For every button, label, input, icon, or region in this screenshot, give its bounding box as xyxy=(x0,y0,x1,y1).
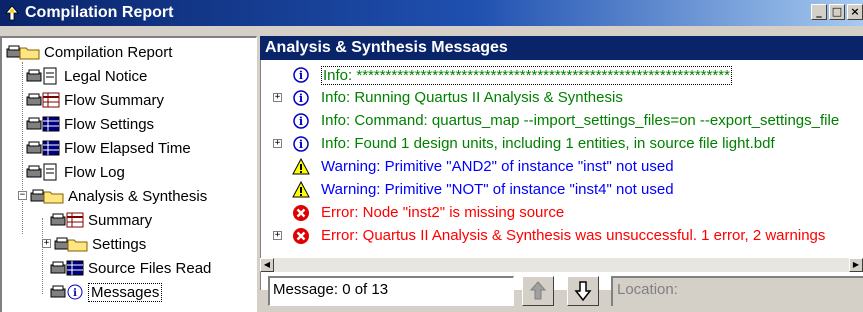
tree-item-flow-elapsed-time[interactable]: Flow Elapsed Time xyxy=(26,136,191,160)
tree-connector xyxy=(42,218,43,294)
message-row[interactable]: + Error: Quartus II Analysis & Synthesis… xyxy=(261,225,863,247)
info-icon: i xyxy=(292,112,310,130)
tree-item-label: Flow Summary xyxy=(64,91,165,109)
scroll-right-arrow-icon[interactable]: ▶ xyxy=(849,258,863,272)
message-text: Info: Running Quartus II Analysis & Synt… xyxy=(321,89,623,106)
tree-item-settings[interactable]: + Settings xyxy=(30,232,146,256)
tree-item-flow-settings[interactable]: Flow Settings xyxy=(26,112,154,136)
close-button[interactable]: × xyxy=(847,4,863,20)
error-icon xyxy=(292,227,310,245)
message-row[interactable]: Warning: Primitive "NOT" of instance "in… xyxy=(261,179,863,201)
minimize-button[interactable]: _ xyxy=(811,4,827,20)
svg-text:i: i xyxy=(299,92,303,105)
tree-item-label: Analysis & Synthesis xyxy=(68,187,208,205)
tree-item-messages[interactable]: i Messages xyxy=(50,280,163,304)
window-title: Compilation Report xyxy=(25,4,174,21)
message-text: Error: Node "inst2" is missing source xyxy=(321,204,565,221)
horizontal-scrollbar[interactable]: ◀ ▶ xyxy=(260,258,863,272)
tree-connector xyxy=(22,62,23,194)
tree-item-analysis-synthesis[interactable]: − Analysis & Synthesis xyxy=(6,184,207,208)
message-text: Error: Quartus II Analysis & Synthesis w… xyxy=(321,227,826,244)
svg-text:i: i xyxy=(73,288,77,299)
message-row[interactable]: i Info: Command: quartus_map --import_se… xyxy=(261,110,863,132)
warning-icon xyxy=(292,157,310,176)
tree-item-flow-log[interactable]: Flow Log xyxy=(26,160,125,184)
svg-text:i: i xyxy=(299,115,303,128)
tree-item-label: Source Files Read xyxy=(88,259,212,277)
tree-item-label: Compilation Report xyxy=(44,43,173,61)
tree-item-summary[interactable]: Summary xyxy=(50,208,152,232)
message-text: Warning: Primitive "AND2" of instance "i… xyxy=(321,158,674,175)
printer-table-icon xyxy=(26,115,60,133)
message-text: Info: Command: quartus_map --import_sett… xyxy=(321,112,840,129)
info-icon: i xyxy=(292,66,310,84)
tree-item-label: Settings xyxy=(92,235,147,253)
tree-item-label: Flow Settings xyxy=(64,115,155,133)
printer-table-icon xyxy=(50,259,84,277)
message-row[interactable]: Warning: Primitive "AND2" of instance "i… xyxy=(261,156,863,178)
expand-icon[interactable]: + xyxy=(42,239,51,248)
printer-document-icon xyxy=(26,163,60,181)
messages-list[interactable]: i Info: ********************************… xyxy=(260,60,863,290)
down-arrow-icon xyxy=(574,281,592,302)
printer-table-icon xyxy=(26,139,60,157)
quartus-app-icon xyxy=(4,5,20,21)
report-tree[interactable]: Compilation Report Legal Notice Flow Sum… xyxy=(0,36,257,312)
message-text: Info: **********************************… xyxy=(321,66,732,85)
collapse-icon[interactable]: − xyxy=(18,191,27,200)
tree-item-source-files-read[interactable]: Source Files Read xyxy=(50,256,211,280)
tree-item-label: Flow Log xyxy=(64,163,125,181)
printer-table-icon xyxy=(26,91,60,109)
expand-icon[interactable]: + xyxy=(273,93,282,102)
printer-folder-icon xyxy=(30,187,64,205)
printer-table-icon xyxy=(50,211,84,229)
warning-icon xyxy=(292,180,310,199)
svg-text:i: i xyxy=(299,138,303,151)
tree-item-label: Flow Elapsed Time xyxy=(64,139,191,157)
message-row[interactable]: i Info: ********************************… xyxy=(261,64,863,86)
message-count-field: Message: 0 of 13 xyxy=(268,276,514,306)
message-text: Info: Found 1 design units, including 1 … xyxy=(321,135,775,152)
info-icon: i xyxy=(292,135,310,153)
info-icon: i xyxy=(292,89,310,107)
window-title-bar[interactable]: Compilation Report _ □ × xyxy=(0,0,863,26)
message-row[interactable]: + i Info: Running Quartus II Analysis & … xyxy=(261,87,863,109)
messages-panel: Analysis & Synthesis Messages i Info: **… xyxy=(260,36,863,312)
tree-item-flow-summary[interactable]: Flow Summary xyxy=(26,88,164,112)
tree-item-label: Summary xyxy=(88,211,153,229)
printer-info-icon: i xyxy=(50,283,84,301)
message-row[interactable]: + i Info: Found 1 design units, includin… xyxy=(261,133,863,155)
printer-document-icon xyxy=(26,67,60,85)
tree-item-label: Legal Notice xyxy=(64,67,148,85)
scroll-left-arrow-icon[interactable]: ◀ xyxy=(260,258,274,272)
next-message-button[interactable] xyxy=(567,276,599,306)
tree-item-compilation-report[interactable]: Compilation Report xyxy=(6,40,172,64)
message-row[interactable]: Error: Node "inst2" is missing source xyxy=(261,202,863,224)
previous-message-button[interactable] xyxy=(522,276,554,306)
tree-item-legal-notice[interactable]: Legal Notice xyxy=(26,64,147,88)
up-arrow-icon xyxy=(529,281,547,300)
svg-text:i: i xyxy=(299,69,303,82)
tree-item-label: Messages xyxy=(88,282,163,302)
printer-folder-icon xyxy=(6,43,40,61)
error-icon xyxy=(292,204,310,222)
expand-icon[interactable]: + xyxy=(273,139,282,148)
location-field[interactable]: Location: xyxy=(611,276,863,306)
messages-header: Analysis & Synthesis Messages xyxy=(260,36,863,60)
message-text: Warning: Primitive "NOT" of instance "in… xyxy=(321,181,674,198)
printer-folder-icon xyxy=(54,235,88,253)
maximize-button[interactable]: □ xyxy=(829,4,845,20)
expand-icon[interactable]: + xyxy=(273,231,282,240)
